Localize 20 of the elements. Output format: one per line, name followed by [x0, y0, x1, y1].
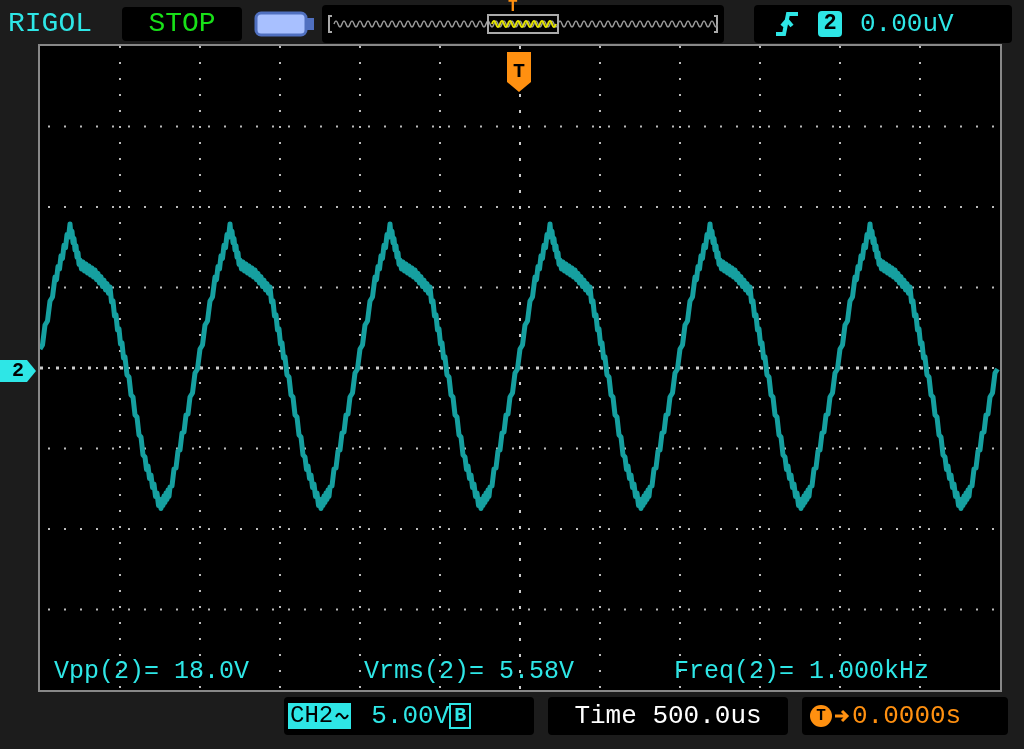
measurement: Vrms(2)= 5.58V: [364, 659, 576, 684]
trigger-position-marker: T: [508, 0, 518, 15]
channel-badge: CH2: [288, 703, 352, 729]
rising-edge-icon: [774, 9, 800, 38]
arrow-icon: [834, 709, 850, 723]
brand-logo: RIGOL: [8, 9, 93, 38]
bandwidth-limit-badge: B: [449, 703, 472, 729]
vertical-scale: 5.00V: [371, 703, 450, 729]
trigger-marker: T: [507, 52, 531, 92]
trigger-delay: 0.0000s: [852, 703, 962, 729]
trigger-channel-badge: 2: [818, 10, 842, 37]
measurement: Freq(2)= 1.000kHz: [674, 659, 931, 684]
trigger-delay-badge: T: [810, 705, 832, 727]
battery-icon: [254, 9, 316, 38]
ac-coupling-icon: [335, 710, 350, 722]
run-state: STOP: [122, 6, 242, 41]
trigger-level: 0.00uV: [860, 10, 954, 37]
measurement: Vpp(2)= 18.0V: [54, 659, 251, 684]
channel-marker: 2: [0, 360, 36, 382]
timebase: Time 500.0us: [548, 697, 788, 735]
